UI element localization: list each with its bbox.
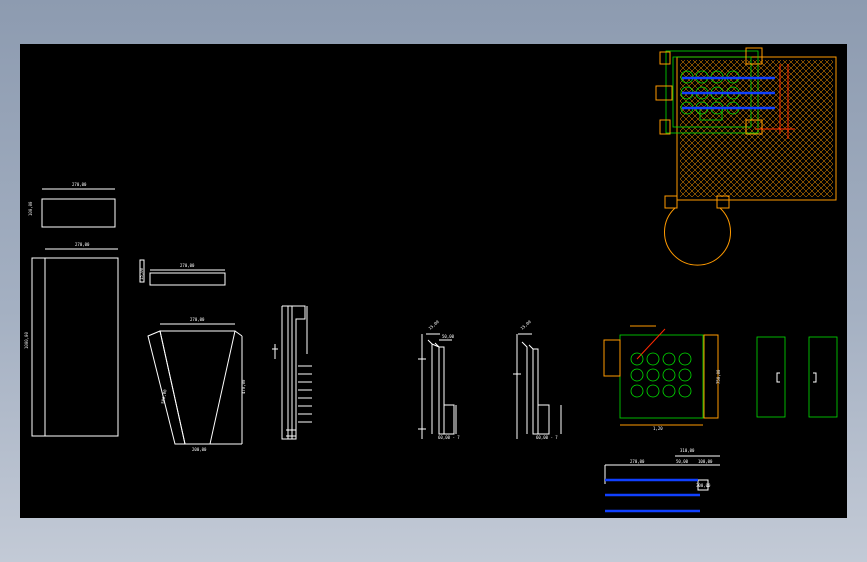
dim-side-b-1: 60,00 - 7 [438, 435, 460, 440]
dim-side-c-1: 15,00 [427, 319, 440, 331]
dim-bottom-e: 300,00 [696, 483, 711, 488]
perforated-plate: 1,20 750,00 [603, 325, 721, 431]
dim-trapezoid-bottom: 200,00 [192, 447, 207, 452]
dim-trapezoid-left: 500,00 [160, 388, 168, 404]
plate-hole-grid [630, 352, 692, 398]
flat-bar: 270,00 15,00 [139, 259, 226, 286]
dim-trapezoid-right: 470,00 [241, 379, 246, 394]
cad-drawing-canvas[interactable]: 270,00 100,00 270,00 1000,00 270,00 15,0… [20, 44, 847, 518]
bracket-view-right [808, 336, 838, 418]
dim-top-block-side: 100,00 [28, 201, 33, 216]
cad-drawing: 270,00 100,00 270,00 1000,00 270,00 15,0… [24, 47, 838, 513]
dim-side-a-1: 50,00 [442, 334, 455, 339]
dim-bottom-b: 50,00 [676, 459, 689, 464]
stepped-profile [272, 305, 312, 440]
tall-block: 270,00 1000,00 [24, 242, 119, 437]
dim-flat-bar: 270,00 [180, 263, 195, 268]
dim-flat-bar-side: 15,00 [139, 267, 144, 280]
top-right-assembly [655, 47, 837, 266]
dim-side-c-2: 15,00 [519, 319, 532, 331]
bracket-view-left [756, 336, 786, 418]
dim-bottom-c: 310,00 [680, 448, 695, 453]
dim-tall-block-side: 1000,00 [24, 332, 29, 349]
dim-bottom-a: 270,00 [630, 459, 645, 464]
dim-plate-width: 1,20 [653, 426, 663, 431]
dim-side-b-2: 60,00 - 7 [536, 435, 558, 440]
dim-top-block: 270,00 [72, 182, 87, 187]
side-profile-1: 50,00 60,00 - 7 15,00 [418, 319, 460, 440]
trapezoid-part: 270,00 200,00 500,00 470,00 [147, 317, 246, 452]
dim-trapezoid-top: 270,00 [190, 317, 205, 322]
dim-plate-height: 750,00 [716, 369, 721, 384]
bottom-dimension-strip: 270,00 50,00 310,00 100,00 300,00 [604, 448, 720, 513]
side-profile-2: 60,00 - 7 15,00 [513, 319, 562, 440]
top-block: 270,00 100,00 [28, 182, 116, 228]
dim-bottom-d: 100,00 [698, 459, 713, 464]
dim-tall-block: 270,00 [75, 242, 90, 247]
